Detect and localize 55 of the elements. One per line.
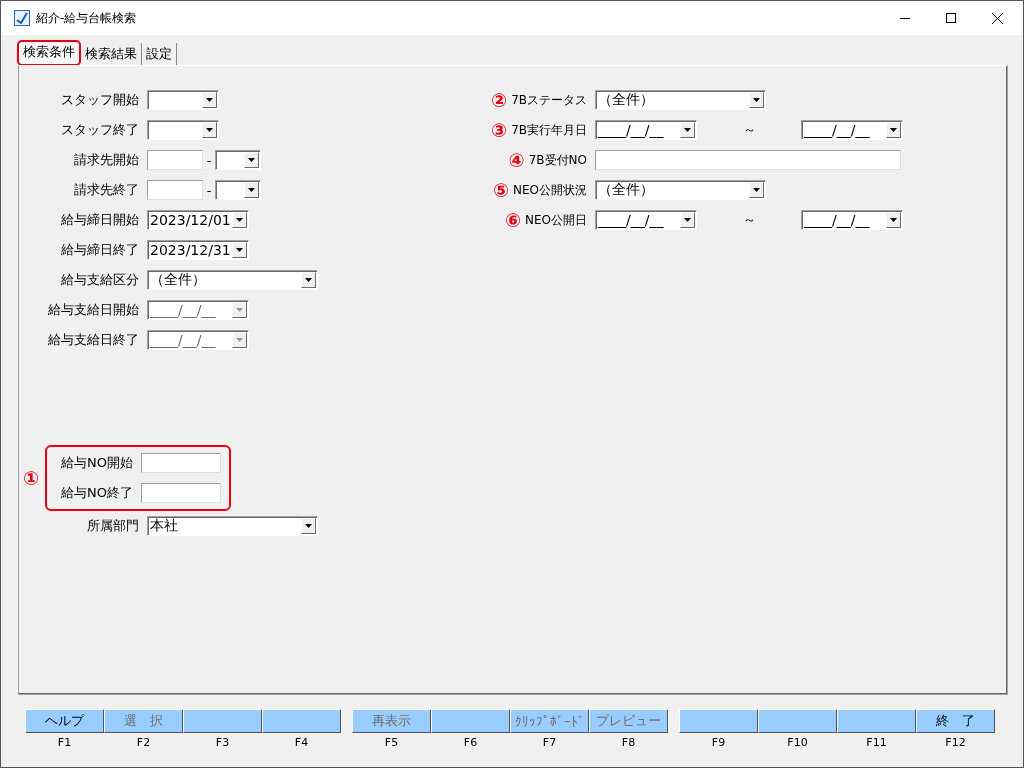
field-label: 請求先開始 <box>73 151 139 169</box>
date-dropdown[interactable]: ____/__/__ <box>801 120 903 140</box>
callout-number: ⑥ <box>504 210 521 230</box>
field-label: 給与支給日終了 <box>47 331 139 349</box>
key-label: F6 <box>463 736 478 749</box>
function-key-button[interactable]: 終 了 <box>916 709 995 733</box>
dropdown[interactable]: （全件） <box>595 90 766 110</box>
field-label: 給与締日終了 <box>60 241 139 259</box>
date-dropdown[interactable]: ____/__/__ <box>801 210 903 230</box>
key-label: F12 <box>945 736 966 749</box>
key-label: F10 <box>787 736 808 749</box>
window-title: 紹介-給与台帳検索 <box>36 9 138 27</box>
separator-text: - <box>205 182 213 198</box>
field-label: 7Bステータス <box>511 91 587 109</box>
field-label: 給与支給日開始 <box>47 301 139 319</box>
tab[interactable]: 検索結果 <box>81 43 142 65</box>
field-label: 給与NO終了 <box>60 484 133 502</box>
field-label: 給与支給区分 <box>60 271 139 289</box>
dropdown[interactable]: （全件） <box>147 270 318 290</box>
dropdown[interactable]: 2023/12/01 <box>147 210 249 230</box>
callout-number: ⑤ <box>492 180 509 200</box>
tab[interactable]: 設定 <box>142 43 177 65</box>
key-label: F8 <box>621 736 636 749</box>
dropdown[interactable]: 本社 <box>147 516 318 536</box>
separator-text: - <box>205 152 213 168</box>
key-label: F9 <box>711 736 726 749</box>
key-label: F1 <box>57 736 72 749</box>
key-label: F4 <box>294 736 309 749</box>
range-separator: ～ <box>741 211 757 229</box>
range-separator: ～ <box>741 121 757 139</box>
field-label: スタッフ終了 <box>60 121 139 139</box>
key-label: F3 <box>215 736 230 749</box>
field-label: NEO公開状況 <box>513 181 587 199</box>
dropdown[interactable]: 2023/12/31 <box>147 240 249 260</box>
callout-number: ① <box>21 468 41 488</box>
function-key-button[interactable]: ヘルプ <box>25 709 104 733</box>
field-label: 所属部門 <box>86 517 139 535</box>
dropdown[interactable]: （全件） <box>595 180 766 200</box>
callout-number: ③ <box>491 120 508 140</box>
key-label: F2 <box>136 736 151 749</box>
key-label: F7 <box>542 736 557 749</box>
field-label: NEO公開日 <box>525 211 587 229</box>
tab[interactable]: 検索条件 <box>17 40 81 66</box>
field-label: 給与締日開始 <box>60 211 139 229</box>
field-label: 給与NO開始 <box>60 454 133 472</box>
key-label: F11 <box>866 736 887 749</box>
date-dropdown[interactable]: ____/__/__ <box>595 120 697 140</box>
key-label: F5 <box>384 736 399 749</box>
callout-number: ④ <box>508 150 525 170</box>
field-label: 請求先終了 <box>73 181 139 199</box>
callout-number: ② <box>491 90 508 110</box>
date-dropdown[interactable]: ____/__/__ <box>595 210 697 230</box>
field-label: 7B実行年月日 <box>511 121 587 139</box>
field-label: 7B受付NO <box>528 151 587 169</box>
field-label: スタッフ開始 <box>60 91 139 109</box>
